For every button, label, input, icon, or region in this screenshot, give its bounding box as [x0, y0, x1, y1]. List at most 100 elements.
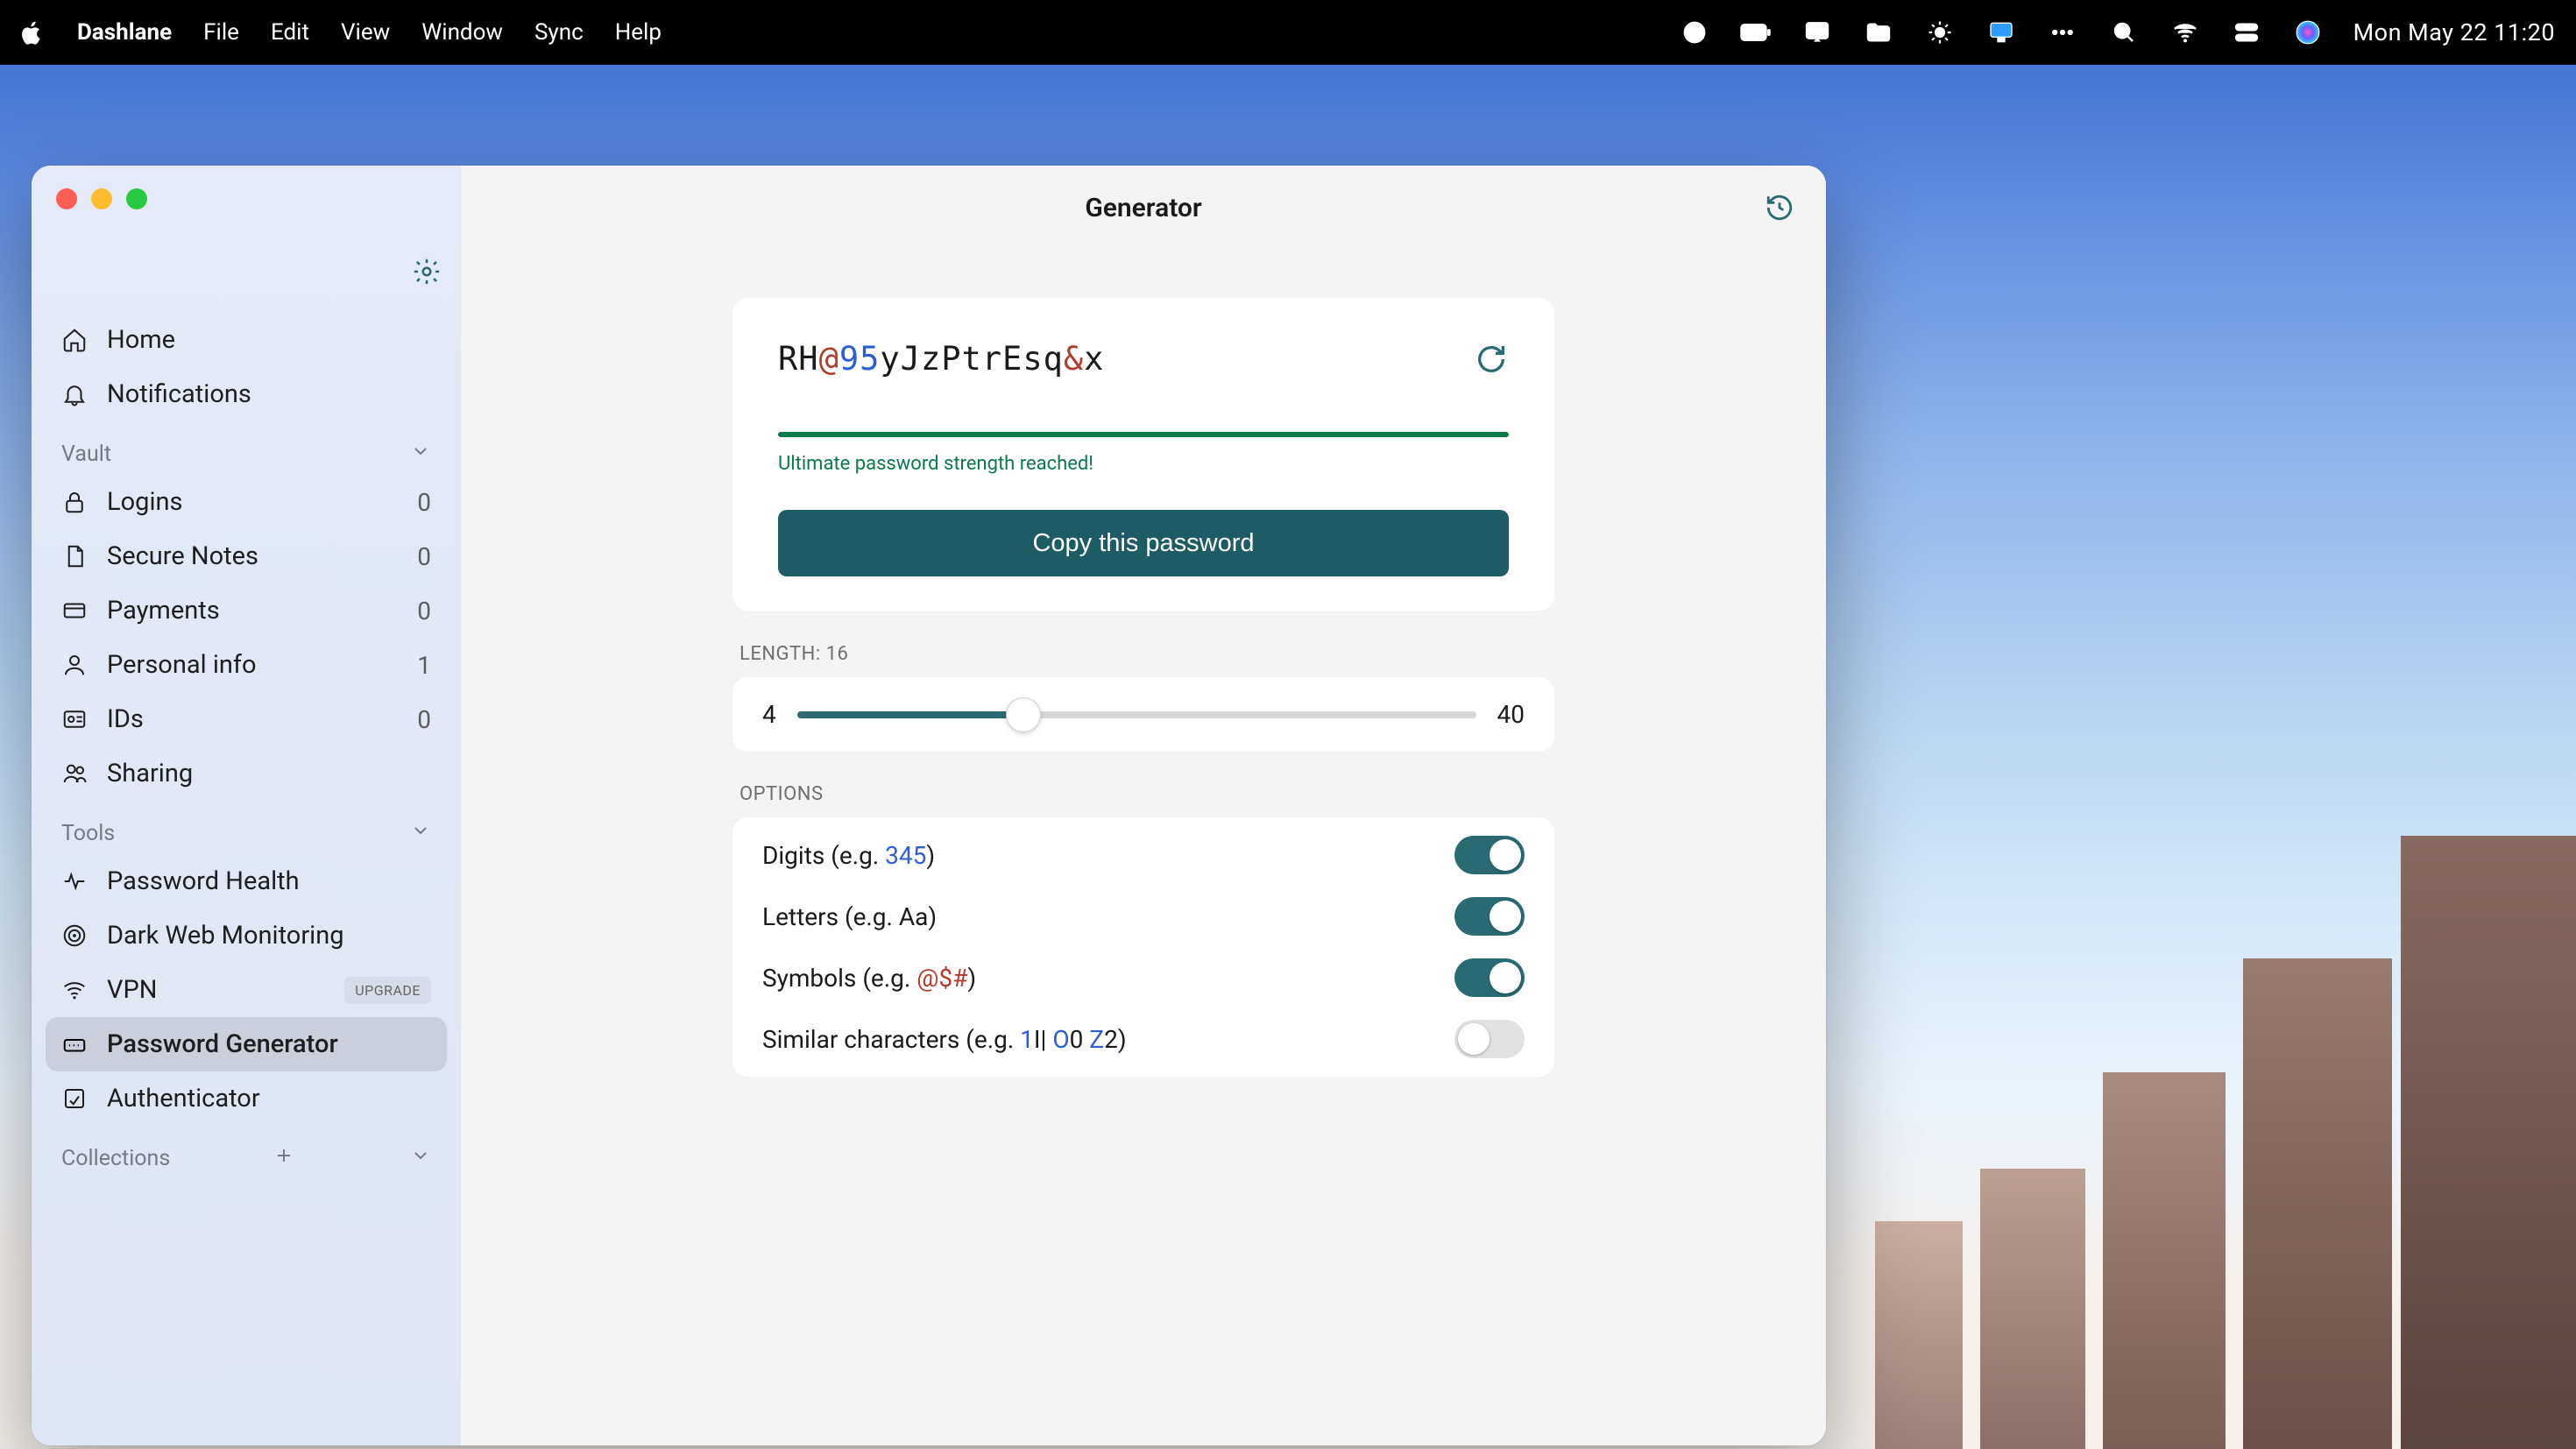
options-card: Digits (e.g. 345) Letters (e.g. Aa) Symb…: [732, 817, 1554, 1077]
sidebar-item-password-generator[interactable]: Password Generator: [46, 1017, 447, 1071]
sidebar-item-payments[interactable]: Payments 0: [46, 583, 447, 638]
pulse-icon: [61, 868, 88, 894]
strength-meter: [778, 432, 1509, 437]
window-close-button[interactable]: [56, 188, 77, 209]
wifi-icon: [61, 977, 88, 1003]
more-tray-icon[interactable]: [2047, 17, 2078, 48]
sidebar-item-label: VPN: [107, 975, 157, 1005]
sidebar-item-label: Password Generator: [107, 1029, 338, 1059]
upgrade-badge: UPGRADE: [344, 977, 431, 1004]
toggle-symbols[interactable]: [1454, 958, 1525, 997]
settings-button[interactable]: [412, 257, 442, 286]
wifi-tray-icon[interactable]: [2169, 17, 2201, 48]
folder-tray-icon[interactable]: [1863, 17, 1894, 48]
menu-window[interactable]: Window: [421, 19, 503, 46]
people-icon: [61, 760, 88, 787]
apple-icon[interactable]: [18, 18, 46, 46]
menu-help[interactable]: Help: [615, 19, 662, 46]
menu-sync[interactable]: Sync: [534, 19, 584, 46]
option-label: Similar characters (e.g. 1I| O0 Z2): [762, 1025, 1127, 1054]
sidebar-item-count: 0: [417, 488, 431, 517]
option-label: Symbols (e.g. @$#): [762, 964, 976, 993]
plus-icon[interactable]: [273, 1145, 294, 1172]
siri-tray-icon[interactable]: [2292, 17, 2324, 48]
option-label: Digits (e.g. 345): [762, 841, 935, 870]
sidebar-item-label: Personal info: [107, 650, 257, 680]
toggle-digits[interactable]: [1454, 836, 1525, 874]
sidebar-section-tools[interactable]: Tools: [46, 801, 447, 854]
sidebar-item-count: 0: [417, 597, 431, 626]
menubar-datetime[interactable]: Mon May 22 11:20: [2353, 18, 2555, 46]
sidebar-item-count: 0: [417, 542, 431, 571]
authenticator-icon: [61, 1085, 88, 1112]
sidebar-item-label: Dark Web Monitoring: [107, 921, 344, 951]
sidebar-section-collections[interactable]: Collections: [46, 1126, 447, 1179]
toggle-letters[interactable]: [1454, 897, 1525, 936]
person-icon: [61, 652, 88, 678]
generated-password[interactable]: RH@95yJzPtrEsq&x: [778, 340, 1104, 378]
option-row-digits: Digits (e.g. 345): [762, 824, 1525, 886]
sidebar-item-authenticator[interactable]: Authenticator: [46, 1071, 447, 1126]
sidebar-item-label: Home: [107, 325, 175, 355]
display-tray-icon[interactable]: [1985, 17, 2017, 48]
menu-edit[interactable]: Edit: [271, 19, 309, 46]
main-panel: Generator RH@95yJzPtrEsq&x Ultimate pass…: [461, 166, 1826, 1445]
bell-icon: [61, 381, 88, 407]
window-minimize-button[interactable]: [91, 188, 112, 209]
sidebar-item-secure-notes[interactable]: Secure Notes 0: [46, 529, 447, 583]
sidebar-item-label: Sharing: [107, 759, 193, 788]
sidebar-section-label: Tools: [61, 821, 115, 846]
option-row-symbols: Symbols (e.g. @$#): [762, 947, 1525, 1008]
sidebar-item-label: Password Health: [107, 866, 300, 896]
sidebar-section-label: Collections: [61, 1146, 170, 1171]
length-label: LENGTH: 16: [732, 643, 1554, 665]
option-row-similar: Similar characters (e.g. 1I| O0 Z2): [762, 1008, 1525, 1070]
slider-max: 40: [1497, 700, 1525, 729]
options-label: OPTIONS: [732, 783, 1554, 805]
slider-fill: [797, 711, 1023, 718]
slider-thumb[interactable]: [1006, 697, 1041, 732]
radar-icon: [61, 922, 88, 949]
menu-app-name[interactable]: Dashlane: [77, 19, 172, 46]
menu-file[interactable]: File: [203, 19, 239, 46]
control-center-tray-icon[interactable]: [2231, 17, 2262, 48]
history-button[interactable]: [1765, 193, 1794, 223]
sidebar-item-label: IDs: [107, 704, 144, 734]
window-controls: [46, 180, 447, 209]
sidebar-item-label: Secure Notes: [107, 541, 258, 571]
sidebar-item-sharing[interactable]: Sharing: [46, 746, 447, 801]
regenerate-button[interactable]: [1474, 342, 1509, 377]
sidebar-item-count: 0: [417, 705, 431, 734]
sidebar-item-logins[interactable]: Logins 0: [46, 475, 447, 529]
menu-view[interactable]: View: [341, 19, 390, 46]
sidebar-item-label: Logins: [107, 487, 182, 517]
sidebar-item-notifications[interactable]: Notifications: [46, 367, 447, 421]
toggle-similar[interactable]: [1454, 1020, 1525, 1058]
sidebar-item-ids[interactable]: IDs 0: [46, 692, 447, 746]
sidebar-item-personal-info[interactable]: Personal info 1: [46, 638, 447, 692]
option-label: Letters (e.g. Aa): [762, 902, 937, 931]
strength-text: Ultimate password strength reached!: [778, 453, 1509, 475]
window-zoom-button[interactable]: [126, 188, 147, 209]
sidebar-item-home[interactable]: Home: [46, 313, 447, 367]
screenmirror-tray-icon[interactable]: [1801, 17, 1833, 48]
id-icon: [61, 706, 88, 732]
brightness-tray-icon[interactable]: [1924, 17, 1956, 48]
copy-password-button[interactable]: Copy this password: [778, 510, 1509, 576]
sidebar-item-dark-web[interactable]: Dark Web Monitoring: [46, 908, 447, 963]
spotlight-tray-icon[interactable]: [2108, 17, 2140, 48]
timemachine-tray-icon[interactable]: [1679, 17, 1710, 48]
password-card: RH@95yJzPtrEsq&x Ultimate password stren…: [732, 298, 1554, 611]
sidebar-item-password-health[interactable]: Password Health: [46, 854, 447, 908]
page-title: Generator: [1085, 193, 1201, 223]
generator-icon: [61, 1031, 88, 1057]
sidebar-item-label: Notifications: [107, 379, 251, 409]
home-icon: [61, 327, 88, 353]
main-header: Generator: [461, 166, 1826, 250]
sidebar-section-vault[interactable]: Vault: [46, 421, 447, 475]
slider-min: 4: [762, 700, 776, 729]
sidebar-item-label: Payments: [107, 596, 220, 626]
length-slider[interactable]: [797, 711, 1476, 718]
battery-tray-icon[interactable]: [1740, 17, 1772, 48]
sidebar-item-vpn[interactable]: VPN UPGRADE: [46, 963, 447, 1017]
